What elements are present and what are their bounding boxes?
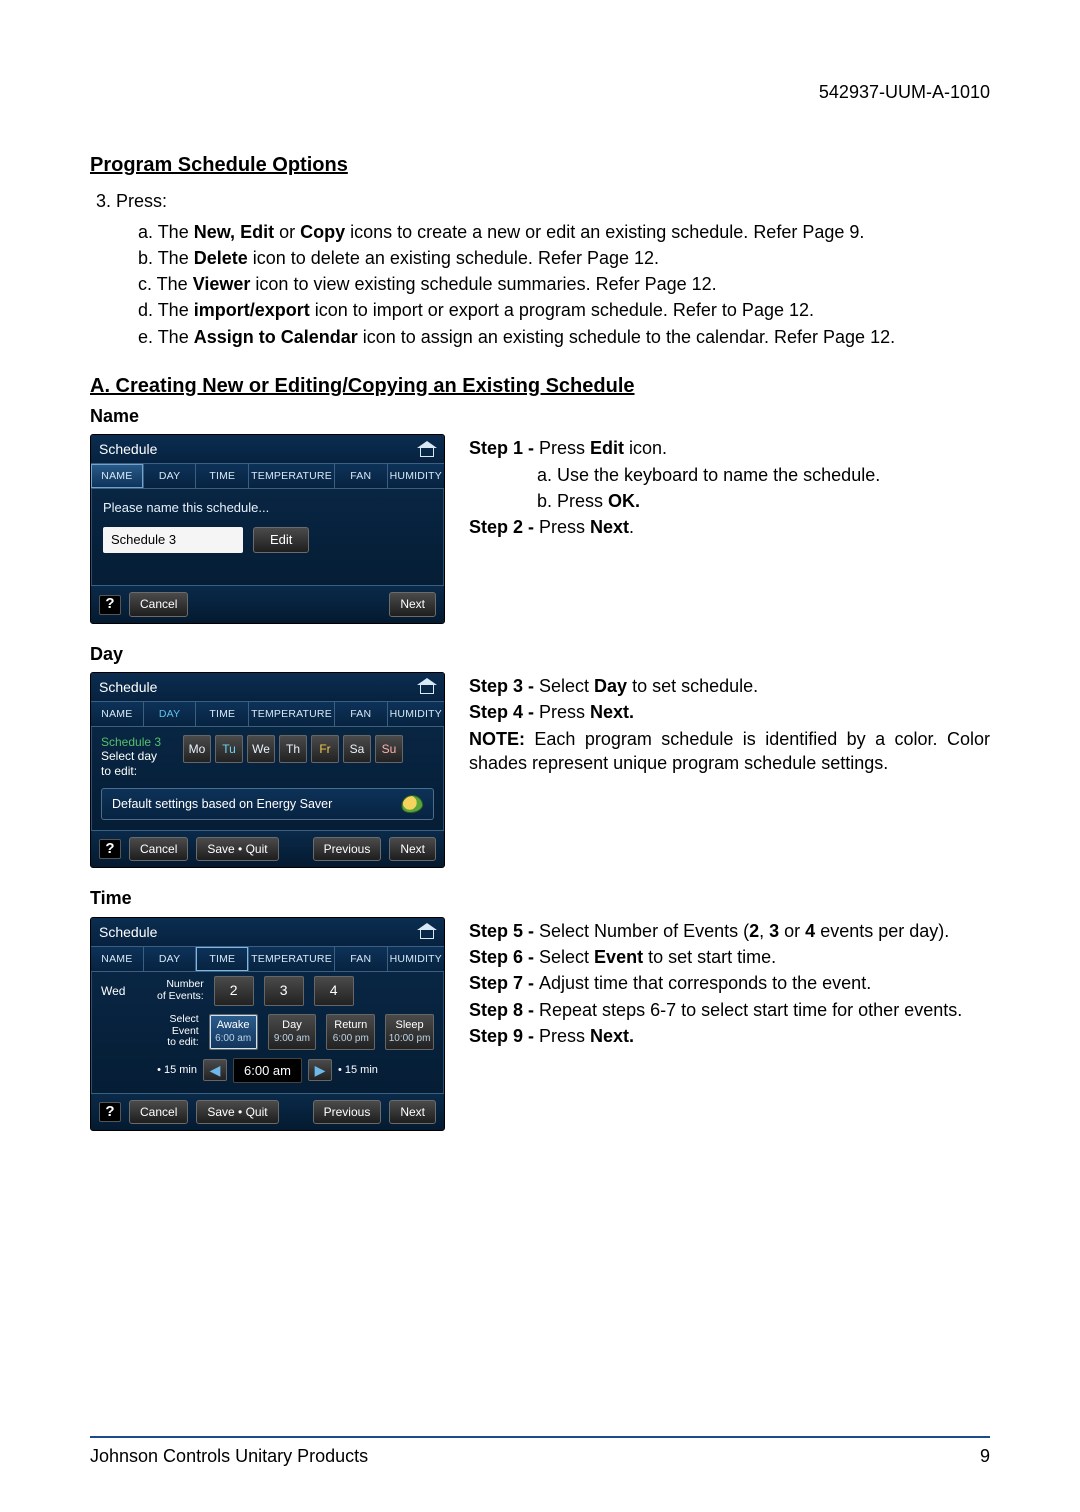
tab-day[interactable]: DAY [144, 702, 197, 726]
tab-fan[interactable]: FAN [335, 464, 388, 488]
cancel-button[interactable]: Cancel [129, 837, 188, 861]
event-day[interactable]: Day9:00 am [268, 1014, 317, 1050]
name-panel: Schedule NAME DAY TIME TEMPERATURE FAN H… [90, 434, 445, 623]
name-prompt: Please name this schedule... [103, 499, 432, 517]
tab-fan[interactable]: FAN [335, 702, 388, 726]
sub-b: b. The Delete icon to delete an existing… [138, 246, 990, 270]
tab-name[interactable]: NAME [91, 464, 144, 488]
cancel-button[interactable]: Cancel [129, 592, 188, 616]
event-return[interactable]: Return6:00 pm [326, 1014, 375, 1050]
page-footer: Johnson Controls Unitary Products 9 [90, 1436, 990, 1468]
footer-company: Johnson Controls Unitary Products [90, 1444, 368, 1468]
tab-humidity[interactable]: HUMIDITY [388, 947, 444, 971]
edit-button[interactable]: Edit [253, 527, 309, 553]
home-icon[interactable] [418, 443, 436, 457]
tab-humidity[interactable]: HUMIDITY [388, 464, 444, 488]
previous-button[interactable]: Previous [313, 837, 382, 861]
sub-a: a. The New, Edit or Copy icons to create… [138, 220, 990, 244]
panel-title: Schedule [99, 440, 157, 459]
day-select-label: Schedule 3 Select day to edit: [101, 735, 175, 778]
previous-button[interactable]: Previous [313, 1100, 382, 1124]
tab-time[interactable]: TIME [196, 947, 249, 971]
help-button[interactable]: ? [99, 839, 121, 859]
cancel-button[interactable]: Cancel [129, 1100, 188, 1124]
tab-temperature[interactable]: TEMPERATURE [249, 702, 335, 726]
next-button[interactable]: Next [389, 837, 436, 861]
help-button[interactable]: ? [99, 1102, 121, 1122]
tab-fan[interactable]: FAN [335, 947, 388, 971]
subhead-name: Name [90, 404, 990, 428]
day-fr[interactable]: Fr [311, 735, 339, 763]
day-panel: Schedule NAME DAY TIME TEMPERATURE FAN H… [90, 672, 445, 868]
leaf-icon [400, 793, 425, 815]
day-steps: Step 3 - Select Day to set schedule. Ste… [469, 672, 990, 777]
energy-saver-note: Default settings based on Energy Saver [101, 788, 434, 820]
tab-humidity[interactable]: HUMIDITY [388, 702, 444, 726]
num-events-4[interactable]: 4 [314, 976, 354, 1006]
next-button[interactable]: Next [389, 1100, 436, 1124]
page-number: 9 [980, 1444, 990, 1468]
plus-15-label: • 15 min [338, 1063, 378, 1078]
save-quit-button[interactable]: Save • Quit [196, 1100, 278, 1124]
tab-temperature[interactable]: TEMPERATURE [249, 947, 335, 971]
help-button[interactable]: ? [99, 595, 121, 615]
next-button[interactable]: Next [389, 592, 436, 616]
tab-name[interactable]: NAME [91, 947, 144, 971]
subhead-time: Time [90, 886, 990, 910]
time-value: 6:00 am [233, 1058, 302, 1084]
panel-title: Schedule [99, 923, 157, 942]
minus-15-label: • 15 min [157, 1063, 197, 1078]
num-events-3[interactable]: 3 [264, 976, 304, 1006]
tab-name[interactable]: NAME [91, 702, 144, 726]
sub-c: c. The Viewer icon to view existing sche… [138, 272, 990, 296]
day-tu[interactable]: Tu [215, 735, 243, 763]
day-sa[interactable]: Sa [343, 735, 371, 763]
day-mo[interactable]: Mo [183, 735, 211, 763]
tab-day[interactable]: DAY [144, 947, 197, 971]
tab-time[interactable]: TIME [196, 702, 249, 726]
list-item-3: 3. Press: [96, 189, 990, 213]
num-events-label: Numberof Events: [157, 979, 204, 1002]
sub-e: e. The Assign to Calendar icon to assign… [138, 325, 990, 349]
subhead-day: Day [90, 642, 990, 666]
time-increment[interactable]: ▶ [308, 1059, 332, 1081]
sub-d: d. The import/export icon to import or e… [138, 298, 990, 322]
day-su[interactable]: Su [375, 735, 403, 763]
time-decrement[interactable]: ◀ [203, 1059, 227, 1081]
day-th[interactable]: Th [279, 735, 307, 763]
home-icon[interactable] [418, 680, 436, 694]
schedule-name-input[interactable]: Schedule 3 [103, 527, 243, 553]
panel-title: Schedule [99, 678, 157, 697]
document-id: 542937-UUM-A-1010 [90, 80, 990, 104]
sub-list: a. The New, Edit or Copy icons to create… [138, 220, 990, 349]
tab-day[interactable]: DAY [144, 464, 197, 488]
heading-a: A. Creating New or Editing/Copying an Ex… [90, 373, 990, 400]
day-we[interactable]: We [247, 735, 275, 763]
tab-time[interactable]: TIME [196, 464, 249, 488]
name-steps: Step 1 - Press Edit icon. a. Use the key… [469, 434, 990, 541]
save-quit-button[interactable]: Save • Quit [196, 837, 278, 861]
time-panel: Schedule NAME DAY TIME TEMPERATURE FAN H… [90, 917, 445, 1132]
home-icon[interactable] [418, 925, 436, 939]
event-sleep[interactable]: Sleep10:00 pm [385, 1014, 434, 1050]
num-events-2[interactable]: 2 [214, 976, 254, 1006]
heading-program-schedule: Program Schedule Options [90, 152, 990, 179]
time-steps: Step 5 - Select Number of Events (2, 3 o… [469, 917, 990, 1050]
time-day-label: Wed [101, 983, 147, 999]
select-event-label: Select Eventto edit: [149, 1014, 198, 1049]
event-awake[interactable]: Awake6:00 am [209, 1014, 258, 1050]
tab-temperature[interactable]: TEMPERATURE [249, 464, 335, 488]
